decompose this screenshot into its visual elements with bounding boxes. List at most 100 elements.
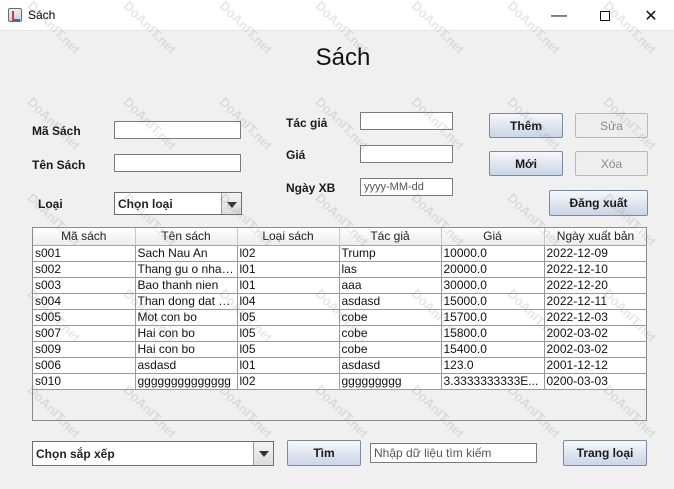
search-button[interactable]: Tìm: [287, 440, 361, 466]
loai-select[interactable]: Chọn loại: [114, 192, 242, 215]
chevron-down-icon[interactable]: [253, 442, 273, 465]
column-header[interactable]: Giá: [441, 228, 545, 246]
table-row[interactable]: s002 Thang gu o nha ... l01 las 20000.0 2022-…: [33, 261, 646, 278]
table-row[interactable]: s006 asdasd l01 asdasd 123.0 2001-12-12: [33, 357, 646, 374]
table-cell[interactable]: l01: [237, 277, 340, 294]
table-cell[interactable]: s006: [33, 357, 136, 374]
table-cell[interactable]: s009: [33, 341, 136, 358]
column-header[interactable]: Tên sách: [135, 228, 238, 246]
books-table[interactable]: Mã sách Tên sách Loại sách Tác giả Giá N…: [32, 227, 647, 421]
window-title: Sách: [28, 8, 56, 22]
table-cell[interactable]: s010: [33, 373, 136, 390]
page-title: Sách: [315, 44, 371, 71]
table-cell[interactable]: 2002-03-02: [544, 341, 646, 358]
table-cell[interactable]: asdasd: [135, 357, 238, 374]
table-cell[interactable]: ggggggggg: [339, 373, 442, 390]
table-cell[interactable]: Than dong dat vi...: [135, 293, 238, 310]
delete-button[interactable]: Xóa: [575, 151, 648, 176]
table-cell[interactable]: l05: [237, 325, 340, 342]
table-cell[interactable]: Thang gu o nha ...: [135, 261, 238, 278]
minimize-button[interactable]: —: [536, 0, 582, 31]
search-input[interactable]: [370, 443, 537, 463]
table-row[interactable]: s010 gggggggggggggg l02 ggggggggg 3.33333333…: [33, 373, 646, 390]
table-cell[interactable]: 20000.0: [441, 261, 545, 278]
logout-button[interactable]: Đăng xuất: [549, 190, 648, 216]
table-cell[interactable]: s002: [33, 261, 136, 278]
column-header[interactable]: Loại sách: [237, 228, 340, 246]
table-row[interactable]: s004 Than dong dat vi... l04 asdasd 15000.0 2…: [33, 293, 646, 310]
table-cell[interactable]: l02: [237, 245, 340, 262]
column-header[interactable]: Mã sách: [33, 228, 136, 246]
table-cell[interactable]: s004: [33, 293, 136, 310]
close-button[interactable]: ✕: [628, 0, 674, 31]
sort-select-value: Chọn sắp xếp: [36, 447, 115, 461]
table-cell[interactable]: asdasd: [339, 293, 442, 310]
table-cell[interactable]: aaa: [339, 277, 442, 294]
table-cell[interactable]: 2022-12-03: [544, 309, 646, 326]
table-cell[interactable]: 15000.0: [441, 293, 545, 310]
add-button[interactable]: Thêm: [489, 113, 563, 138]
table-cell[interactable]: cobe: [339, 341, 442, 358]
table-cell[interactable]: l05: [237, 309, 340, 326]
table-cell[interactable]: 2022-12-11: [544, 293, 646, 310]
table-cell[interactable]: l01: [237, 261, 340, 278]
window-titlebar: Sách — ✕: [0, 0, 674, 31]
gia-label: Giá: [286, 148, 306, 162]
ngay-xb-input[interactable]: [360, 178, 453, 196]
table-cell[interactable]: 30000.0: [441, 277, 545, 294]
table-row[interactable]: s005 Mot con bo l05 cobe 15700.0 2022-12-03: [33, 309, 646, 326]
table-cell[interactable]: 10000.0: [441, 245, 545, 262]
table-cell[interactable]: 2022-12-10: [544, 261, 646, 278]
maximize-button[interactable]: [582, 0, 628, 31]
table-cell[interactable]: s001: [33, 245, 136, 262]
ma-sach-input[interactable]: [114, 121, 241, 139]
table-cell[interactable]: s003: [33, 277, 136, 294]
table-cell[interactable]: Bao thanh nien: [135, 277, 238, 294]
table-cell[interactable]: Mot con bo: [135, 309, 238, 326]
tac-gia-input[interactable]: [360, 112, 453, 130]
table-cell[interactable]: Hai con bo: [135, 325, 238, 342]
table-cell[interactable]: 15800.0: [441, 325, 545, 342]
table-cell[interactable]: las: [339, 261, 442, 278]
chevron-down-icon[interactable]: [221, 193, 241, 214]
table-cell[interactable]: 2001-12-12: [544, 357, 646, 374]
table-cell[interactable]: cobe: [339, 325, 442, 342]
table-cell[interactable]: asdasd: [339, 357, 442, 374]
table-cell[interactable]: 2022-12-20: [544, 277, 646, 294]
table-cell[interactable]: l01: [237, 357, 340, 374]
new-button[interactable]: Mới: [489, 151, 563, 176]
table-cell[interactable]: Sach Nau An: [135, 245, 238, 262]
table-cell[interactable]: 15400.0: [441, 341, 545, 358]
table-cell[interactable]: 2022-12-09: [544, 245, 646, 262]
table-cell[interactable]: s007: [33, 325, 136, 342]
column-header[interactable]: Tác giả: [339, 228, 442, 246]
table-cell[interactable]: s005: [33, 309, 136, 326]
gia-input[interactable]: [360, 145, 453, 163]
table-cell[interactable]: 3.3333333333E...: [441, 373, 545, 390]
column-header[interactable]: Ngày xuất bản: [544, 228, 646, 246]
table-cell[interactable]: Trump: [339, 245, 442, 262]
table-cell[interactable]: l05: [237, 341, 340, 358]
table-cell[interactable]: gggggggggggggg: [135, 373, 238, 390]
table-row[interactable]: s007 Hai con bo l05 cobe 15800.0 2002-03-02: [33, 325, 646, 342]
table-cell[interactable]: cobe: [339, 309, 442, 326]
sort-select[interactable]: Chọn sắp xếp: [32, 441, 274, 466]
table-cell[interactable]: Hai con bo: [135, 341, 238, 358]
table-header-row: Mã sách Tên sách Loại sách Tác giả Giá N…: [33, 228, 646, 246]
table-cell[interactable]: 123.0: [441, 357, 545, 374]
loai-label: Loại: [38, 197, 63, 211]
table-cell[interactable]: 2002-03-02: [544, 325, 646, 342]
ten-sach-input[interactable]: [114, 154, 241, 172]
table-cell[interactable]: l02: [237, 373, 340, 390]
category-page-button[interactable]: Trang loại: [563, 440, 647, 466]
table-row[interactable]: s009 Hai con bo l05 cobe 15400.0 2002-03-02: [33, 341, 646, 358]
table-row[interactable]: s001 Sach Nau An l02 Trump 10000.0 2022-12-09: [33, 245, 646, 262]
table-cell[interactable]: 0200-03-03: [544, 373, 646, 390]
table-row[interactable]: s003 Bao thanh nien l01 aaa 30000.0 2022-12-2…: [33, 277, 646, 294]
app-icon: [8, 8, 22, 22]
table-cell[interactable]: 15700.0: [441, 309, 545, 326]
loai-select-value: Chọn loại: [118, 197, 173, 211]
table-cell[interactable]: l04: [237, 293, 340, 310]
edit-button[interactable]: Sửa: [575, 113, 648, 138]
ma-sach-label: Mã Sách: [32, 124, 81, 138]
